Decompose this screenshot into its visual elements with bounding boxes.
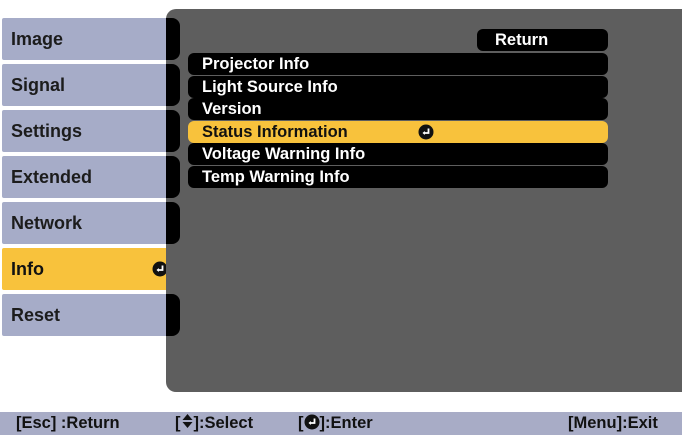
menu-item-label: Version xyxy=(202,99,262,118)
enter-icon xyxy=(418,124,434,140)
tab-label: Signal xyxy=(11,74,66,95)
tab-info[interactable]: Info xyxy=(2,248,176,290)
tab-reset[interactable]: Reset xyxy=(2,294,176,336)
divider xyxy=(166,156,180,198)
menu-item-label: Light Source Info xyxy=(202,77,338,96)
help-esc-return: [Esc] :Return xyxy=(16,414,120,432)
divider xyxy=(166,294,180,336)
help-menu-exit: [Menu]:Exit xyxy=(568,414,658,432)
tab-label: Settings xyxy=(11,120,83,141)
tab-label: Info xyxy=(11,258,44,279)
menu-item-projector-info[interactable]: Projector Info xyxy=(188,53,608,75)
menu-item-voltage-warning-info[interactable]: Voltage Warning Info xyxy=(188,143,608,165)
help-enter: []:Enter xyxy=(298,414,373,435)
help-bracket: [ xyxy=(175,414,181,432)
tab-image[interactable]: Image xyxy=(2,18,176,60)
tab-label: Image xyxy=(11,28,64,49)
menu-item-temp-warning-info[interactable]: Temp Warning Info xyxy=(188,166,608,188)
menu-item-light-source-info[interactable]: Light Source Info xyxy=(188,76,608,98)
help-select-label: ]:Select xyxy=(193,414,254,432)
help-bar: [Esc] :Return [ ]:Select []:Enter [Menu]:… xyxy=(0,412,682,435)
divider xyxy=(166,110,180,152)
tab-network[interactable]: Network xyxy=(2,202,176,244)
divider xyxy=(166,202,180,244)
menu-item-label: Voltage Warning Info xyxy=(202,144,366,163)
help-enter-label: ]:Enter xyxy=(319,414,373,432)
tab-label: Network xyxy=(11,212,83,233)
return-label: Return xyxy=(495,30,549,49)
enter-icon xyxy=(304,414,320,435)
divider xyxy=(166,64,180,106)
up-down-arrow-icon xyxy=(182,414,193,433)
tab-extended[interactable]: Extended xyxy=(2,156,176,198)
menu-item-status-information[interactable]: Status Information xyxy=(188,121,608,143)
divider xyxy=(166,18,180,60)
menu-item-version[interactable]: Version xyxy=(188,98,608,120)
tab-signal[interactable]: Signal xyxy=(2,64,176,106)
help-select: [ ]:Select xyxy=(175,414,253,433)
return-button[interactable]: Return xyxy=(477,29,608,51)
menu-item-label: Status Information xyxy=(202,122,348,141)
menu-item-label: Temp Warning Info xyxy=(202,167,350,186)
tab-label: Extended xyxy=(11,166,93,187)
tab-label: Reset xyxy=(11,304,61,325)
tab-settings[interactable]: Settings xyxy=(2,110,176,152)
menu-item-label: Projector Info xyxy=(202,54,310,73)
